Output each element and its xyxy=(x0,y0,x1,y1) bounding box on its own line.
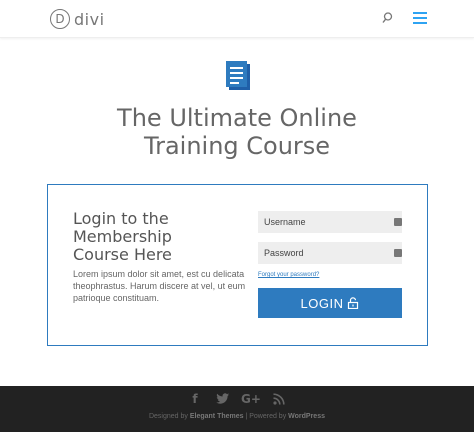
password-field[interactable] xyxy=(258,242,402,264)
footer-credits: Designed by Elegant Themes | Powered by … xyxy=(0,413,474,420)
page-title-line1: The Ultimate Online xyxy=(117,104,357,132)
page-title-line2: Training Course xyxy=(143,132,331,160)
logo-text: divi xyxy=(74,9,105,29)
hamburger-menu-icon[interactable] xyxy=(413,12,427,24)
username-field-icon xyxy=(394,218,402,226)
rss-icon[interactable] xyxy=(272,392,286,406)
elegant-themes-link[interactable]: Elegant Themes xyxy=(190,413,244,420)
site-logo[interactable]: D divi xyxy=(50,8,105,30)
page-title: The Ultimate Online Training Course xyxy=(0,104,474,160)
site-footer: f G+ Designed by Elegant Themes | Powere… xyxy=(0,386,474,432)
login-heading-line1: Login to the xyxy=(73,209,169,228)
twitter-icon[interactable] xyxy=(216,392,230,406)
login-button-label: LOGIN xyxy=(300,295,344,311)
facebook-icon[interactable]: f xyxy=(188,392,202,406)
forgot-password-link[interactable]: Forgot your password? xyxy=(258,272,319,278)
designed-by-prefix: Designed by xyxy=(148,413,190,420)
username-field[interactable] xyxy=(258,211,402,233)
login-heading: Login to the Membership Course Here xyxy=(73,210,243,264)
login-heading-line2: Membership xyxy=(73,227,172,246)
site-header: D divi xyxy=(0,0,474,38)
google-plus-icon[interactable]: G+ xyxy=(241,392,261,406)
powered-separator: | Powered by xyxy=(243,413,289,420)
search-icon[interactable] xyxy=(381,11,395,25)
login-heading-line3: Course Here xyxy=(73,245,172,264)
social-links: f G+ xyxy=(0,392,474,406)
wordpress-link[interactable]: WordPress xyxy=(288,413,325,420)
logo-mark: D xyxy=(50,9,70,29)
unlock-icon xyxy=(348,297,359,309)
login-button[interactable]: LOGIN xyxy=(258,288,402,318)
login-description: Lorem ipsum dolor sit amet, est cu delic… xyxy=(73,269,246,303)
login-module: Login to the Membership Course Here Lore… xyxy=(47,184,428,346)
password-field-icon xyxy=(394,249,402,257)
document-icon xyxy=(224,61,252,91)
